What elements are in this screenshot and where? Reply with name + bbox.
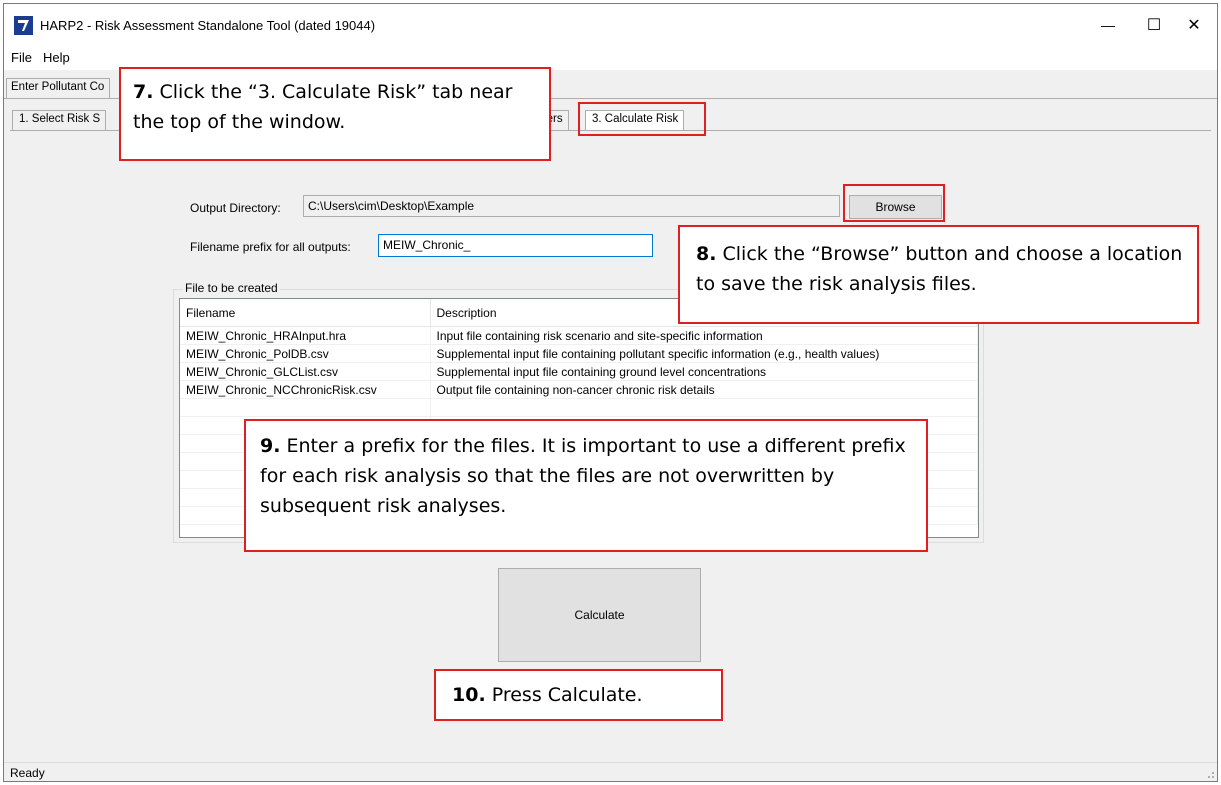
tab-enter-pollutant[interactable]: Enter Pollutant Co — [6, 78, 111, 98]
browse-highlight-box — [843, 184, 945, 222]
output-directory-label: Output Directory: — [190, 201, 281, 215]
prefix-label: Filename prefix for all outputs: — [190, 240, 351, 254]
close-button[interactable]: ✕ — [1171, 4, 1217, 46]
window-title: HARP2 - Risk Assessment Standalone Tool … — [40, 18, 376, 33]
callout-step-8: 8. Click the “Browse” button and choose … — [678, 225, 1199, 324]
callout-step-10-text: Press Calculate. — [491, 684, 643, 706]
files-group-legend: File to be created — [183, 281, 280, 295]
minimize-button[interactable]: — — [1085, 4, 1131, 46]
column-header-filename[interactable]: Filename — [180, 299, 431, 327]
description-cell: Supplemental input file containing groun… — [430, 362, 978, 381]
table-row[interactable]: MEIW_Chronic_HRAInput.hra Input file con… — [180, 326, 978, 345]
callout-step-8-number: 8. — [696, 243, 717, 265]
filename-cell: MEIW_Chronic_PolDB.csv — [180, 344, 431, 363]
app-logo-icon — [14, 16, 33, 35]
table-row[interactable]: MEIW_Chronic_PolDB.csv Supplemental inpu… — [180, 344, 978, 363]
callout-step-9-number: 9. — [260, 435, 281, 457]
maximize-icon: ☐ — [1146, 17, 1162, 34]
table-row[interactable]: MEIW_Chronic_GLCList.csv Supplemental in… — [180, 362, 978, 381]
minimize-icon: — — [1101, 17, 1115, 33]
callout-step-10: 10. Press Calculate. — [434, 669, 723, 721]
output-directory-field[interactable]: C:\Users\cim\Desktop\Example — [303, 195, 840, 217]
menu-help[interactable]: Help — [43, 50, 70, 65]
description-cell: Output file containing non-cancer chroni… — [430, 380, 978, 399]
close-icon: ✕ — [1187, 17, 1201, 34]
tab-highlight-box — [578, 102, 706, 136]
resize-grip-icon[interactable] — [1203, 767, 1215, 779]
menu-file[interactable]: File — [11, 50, 32, 65]
tab-select-risk[interactable]: 1. Select Risk S — [12, 110, 107, 130]
calculate-button[interactable]: Calculate — [498, 568, 701, 662]
prefix-input[interactable]: MEIW_Chronic_ — [378, 234, 653, 257]
callout-step-7-text: Click the “3. Calculate Risk” tab near t… — [133, 81, 513, 133]
table-row[interactable]: MEIW_Chronic_NCChronicRisk.csv Output fi… — [180, 380, 978, 399]
filename-cell: MEIW_Chronic_HRAInput.hra — [180, 326, 431, 345]
callout-step-9-text: Enter a prefix for the files. It is impo… — [260, 435, 906, 517]
callout-step-8-text: Click the “Browse” button and choose a l… — [696, 243, 1183, 295]
status-bar — [4, 762, 1217, 781]
callout-step-7: 7. Click the “3. Calculate Risk” tab nea… — [119, 67, 551, 161]
empty-row — [180, 398, 978, 417]
status-text: Ready — [10, 766, 45, 780]
filename-cell: MEIW_Chronic_NCChronicRisk.csv — [180, 380, 431, 399]
callout-step-10-number: 10. — [452, 684, 486, 706]
description-cell: Input file containing risk scenario and … — [430, 326, 978, 345]
description-cell: Supplemental input file containing pollu… — [430, 344, 978, 363]
callout-step-7-number: 7. — [133, 81, 154, 103]
filename-cell: MEIW_Chronic_GLCList.csv — [180, 362, 431, 381]
callout-step-9: 9. Enter a prefix for the files. It is i… — [244, 419, 928, 552]
